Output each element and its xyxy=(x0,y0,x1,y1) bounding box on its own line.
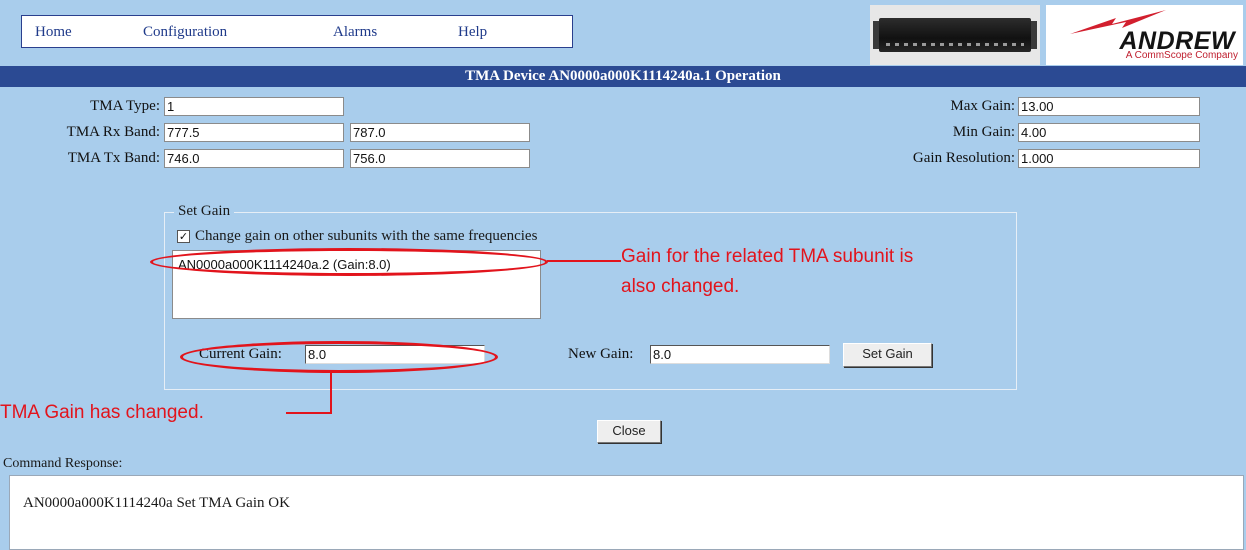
tma-tx-band-label: TMA Tx Band: xyxy=(67,150,160,166)
command-response-text: AN0000a000K1114240a Set TMA Gain OK xyxy=(23,495,290,511)
command-response-box: AN0000a000K1114240a Set TMA Gain OK xyxy=(9,475,1244,550)
gain-callout-line-horizontal xyxy=(286,412,332,414)
tma-type-label: TMA Type: xyxy=(90,98,160,114)
min-gain-label: Min Gain: xyxy=(952,124,1015,140)
current-gain-highlight-ellipse xyxy=(180,341,498,373)
subunit-highlight-ellipse xyxy=(150,248,548,276)
gain-resolution-label: Gain Resolution: xyxy=(912,150,1015,166)
nav-home-link[interactable]: Home xyxy=(35,24,72,41)
max-gain-field[interactable]: 13.00 xyxy=(1018,97,1200,116)
page-title: TMA Device AN0000a000K1114240a.1 Operati… xyxy=(0,66,1246,87)
tx-band-high-field[interactable]: 756.0 xyxy=(350,149,530,168)
gain-callout-line-vertical xyxy=(330,371,332,413)
subunit-annotation-line1: Gain for the related TMA subunit is xyxy=(621,246,914,267)
tx-band-low-field[interactable]: 746.0 xyxy=(164,149,344,168)
gain-annotation: TMA Gain has changed. xyxy=(0,402,204,423)
nav-help-link[interactable]: Help xyxy=(458,24,487,41)
nav-configuration-link[interactable]: Configuration xyxy=(143,24,227,41)
top-navigation: Home Configuration Alarms Help xyxy=(21,15,573,48)
change-gain-checkbox-label[interactable]: Change gain on other subunits with the s… xyxy=(195,228,537,245)
set-gain-legend: Set Gain xyxy=(174,203,235,220)
subunit-annotation-line2: also changed. xyxy=(621,276,740,297)
min-gain-field[interactable]: 4.00 xyxy=(1018,123,1200,142)
gain-resolution-field[interactable]: 1.000 xyxy=(1018,149,1200,168)
rx-band-low-field[interactable]: 777.5 xyxy=(164,123,344,142)
command-response-label: Command Response: xyxy=(3,456,123,471)
max-gain-label: Max Gain: xyxy=(950,98,1015,114)
close-button[interactable]: Close xyxy=(597,420,661,443)
new-gain-field[interactable]: 8.0 xyxy=(650,345,830,364)
tma-rx-band-label: TMA Rx Band: xyxy=(66,124,160,140)
subunit-callout-line xyxy=(547,260,621,262)
logo-subtitle: A CommScope Company xyxy=(1125,50,1238,61)
rx-band-high-field[interactable]: 787.0 xyxy=(350,123,530,142)
device-photo xyxy=(870,5,1040,65)
tma-type-field[interactable]: 1 xyxy=(164,97,344,116)
set-gain-button[interactable]: Set Gain xyxy=(843,343,932,367)
new-gain-label: New Gain: xyxy=(568,346,634,362)
change-gain-checkbox[interactable]: ✓ xyxy=(177,230,190,243)
andrew-logo: ANDREW A CommScope Company xyxy=(1046,5,1243,65)
nav-alarms-link[interactable]: Alarms xyxy=(333,24,377,41)
